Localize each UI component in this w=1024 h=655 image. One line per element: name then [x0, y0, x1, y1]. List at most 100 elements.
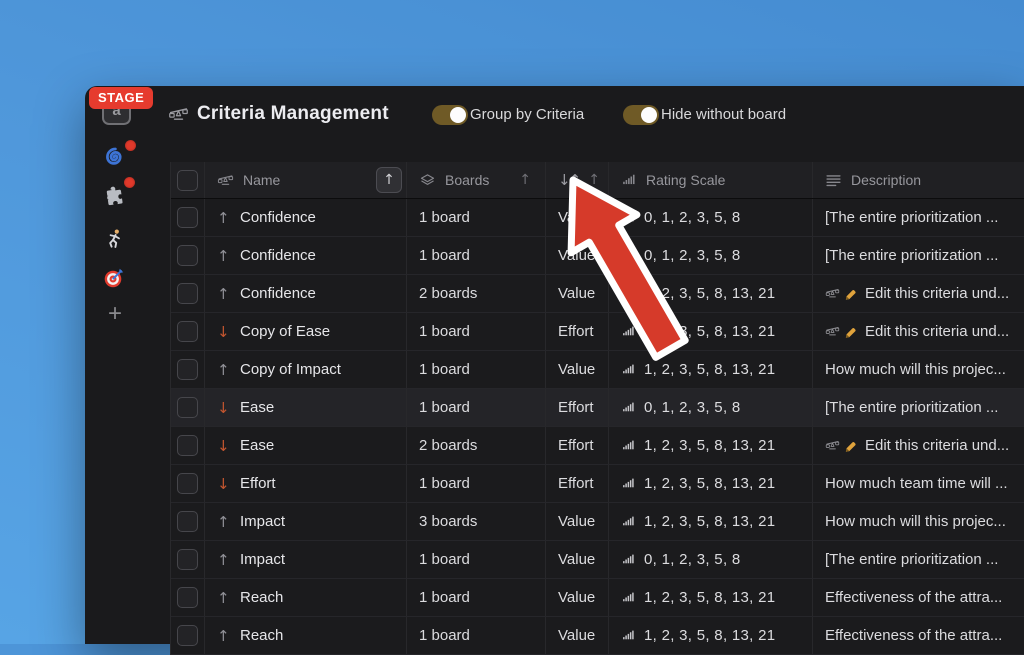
type-cell[interactable]: Value	[546, 541, 609, 578]
name-cell[interactable]: ↓ Effort	[205, 465, 407, 502]
row-checkbox[interactable]	[177, 625, 198, 646]
table-row[interactable]: ↑ Reach 1 board Value 1, 2, 3, 5, 8, 13,…	[171, 579, 1024, 617]
description-cell[interactable]: [The entire prioritization ...	[813, 199, 1024, 236]
description-cell[interactable]: How much will this projec...	[813, 503, 1024, 540]
boards-cell[interactable]: 2 boards	[407, 275, 546, 312]
name-cell[interactable]: ↓ Ease	[205, 389, 407, 426]
rating-scale-cell[interactable]: 0, 1, 2, 3, 5, 8	[609, 541, 813, 578]
type-cell[interactable]: Value	[546, 503, 609, 540]
sort-asc-button[interactable]: ↑	[376, 167, 402, 193]
table-row[interactable]: ↑ Impact 3 boards Value 1, 2, 3, 5, 8, 1…	[171, 503, 1024, 541]
boards-cell[interactable]: 1 board	[407, 237, 546, 274]
table-row[interactable]: ↓ Effort 1 board Effort 1, 2, 3, 5, 8, 1…	[171, 465, 1024, 503]
row-checkbox[interactable]	[177, 283, 198, 304]
type-cell[interactable]: Value	[546, 237, 609, 274]
description-cell[interactable]: Effectiveness of the attra...	[813, 579, 1024, 616]
column-header-name[interactable]: Name ↑	[205, 162, 407, 198]
add-workspace-button[interactable]: +	[103, 302, 127, 326]
rating-scale-cell[interactable]: 1, 2, 3, 5, 8, 13, 21	[609, 275, 813, 312]
description-cell[interactable]: Effectiveness of the attra...	[813, 617, 1024, 654]
rating-scale-cell[interactable]: 1, 2, 3, 5, 8, 13, 21	[609, 313, 813, 350]
table-row[interactable]: ↑ Copy of Impact 1 board Value 1, 2, 3, …	[171, 351, 1024, 389]
row-checkbox[interactable]	[177, 321, 198, 342]
description-cell[interactable]: [The entire prioritization ...	[813, 541, 1024, 578]
row-checkbox[interactable]	[177, 587, 198, 608]
description-cell[interactable]: Edit this criteria und...	[813, 313, 1024, 350]
row-checkbox[interactable]	[177, 473, 198, 494]
boards-cell[interactable]: 1 board	[407, 313, 546, 350]
boards-cell[interactable]: 2 boards	[407, 427, 546, 464]
description-cell[interactable]: How much team time will ...	[813, 465, 1024, 502]
description-cell[interactable]: Edit this criteria und...	[813, 427, 1024, 464]
column-header-rating-scale[interactable]: Rating Scale	[609, 162, 813, 198]
row-checkbox[interactable]	[177, 511, 198, 532]
rating-scale-cell[interactable]: 1, 2, 3, 5, 8, 13, 21	[609, 617, 813, 654]
table-row[interactable]: ↑ Confidence 1 board Value 0, 1, 2, 3, 5…	[171, 237, 1024, 275]
name-cell[interactable]: ↑ Confidence	[205, 237, 407, 274]
type-cell[interactable]: Value	[546, 275, 609, 312]
rating-scale-cell[interactable]: 1, 2, 3, 5, 8, 13, 21	[609, 465, 813, 502]
table-row[interactable]: ↑ Reach 1 board Value 1, 2, 3, 5, 8, 13,…	[171, 617, 1024, 655]
runner-icon[interactable]	[102, 227, 126, 251]
type-cell[interactable]: Effort	[546, 313, 609, 350]
table-row[interactable]: ↑ Impact 1 board Value 0, 1, 2, 3, 5, 8 …	[171, 541, 1024, 579]
column-header-description[interactable]: Description	[813, 162, 1024, 198]
column-header-sort[interactable]: ↓↑ ↑	[546, 162, 609, 198]
description-cell[interactable]: How much will this projec...	[813, 351, 1024, 388]
name-cell[interactable]: ↓ Copy of Ease	[205, 313, 407, 350]
hide-without-board-toggle[interactable]	[623, 105, 659, 125]
type-cell[interactable]: Effort	[546, 427, 609, 464]
target-icon[interactable]	[102, 266, 126, 290]
row-checkbox[interactable]	[177, 245, 198, 266]
rating-scale-cell[interactable]: 0, 1, 2, 3, 5, 8	[609, 237, 813, 274]
type-cell[interactable]: Value	[546, 617, 609, 654]
name-cell[interactable]: ↑ Reach	[205, 579, 407, 616]
puzzle-icon[interactable]	[102, 184, 126, 208]
row-checkbox[interactable]	[177, 207, 198, 228]
cyclone-icon[interactable]	[102, 145, 126, 169]
row-checkbox[interactable]	[177, 435, 198, 456]
boards-cell[interactable]: 1 board	[407, 199, 546, 236]
name-cell[interactable]: ↑ Reach	[205, 617, 407, 654]
group-by-criteria-toggle[interactable]	[432, 105, 468, 125]
description-cell[interactable]: Edit this criteria und...	[813, 275, 1024, 312]
type-cell[interactable]: Effort	[546, 465, 609, 502]
table-row[interactable]: ↑ Confidence 2 boards Value 1, 2, 3, 5, …	[171, 275, 1024, 313]
type-cell[interactable]: Value	[546, 199, 609, 236]
name-cell[interactable]: ↑ Confidence	[205, 275, 407, 312]
name-cell[interactable]: ↑ Impact	[205, 541, 407, 578]
table-row[interactable]: ↑ Confidence 1 board Value 0, 1, 2, 3, 5…	[171, 199, 1024, 237]
name-cell[interactable]: ↑ Confidence	[205, 199, 407, 236]
name-cell[interactable]: ↑ Impact	[205, 503, 407, 540]
name-cell[interactable]: ↑ Copy of Impact	[205, 351, 407, 388]
rating-scale-cell[interactable]: 1, 2, 3, 5, 8, 13, 21	[609, 503, 813, 540]
type-cell[interactable]: Value	[546, 351, 609, 388]
rating-scale-values: 0, 1, 2, 3, 5, 8	[644, 551, 741, 568]
type-cell[interactable]: Effort	[546, 389, 609, 426]
boards-cell[interactable]: 1 board	[407, 579, 546, 616]
table-row[interactable]: ↓ Ease 1 board Effort 0, 1, 2, 3, 5, 8 […	[171, 389, 1024, 427]
row-checkbox[interactable]	[177, 397, 198, 418]
row-checkbox[interactable]	[177, 549, 198, 570]
rating-scale-cell[interactable]: 1, 2, 3, 5, 8, 13, 21	[609, 427, 813, 464]
description-text: How much team time will ...	[825, 475, 1008, 492]
column-header-boards[interactable]: Boards ↑	[407, 162, 546, 198]
boards-cell[interactable]: 1 board	[407, 617, 546, 654]
boards-cell[interactable]: 1 board	[407, 389, 546, 426]
boards-cell[interactable]: 3 boards	[407, 503, 546, 540]
select-all-checkbox[interactable]	[177, 170, 198, 191]
table-row[interactable]: ↓ Ease 2 boards Effort 1, 2, 3, 5, 8, 13…	[171, 427, 1024, 465]
boards-cell[interactable]: 1 board	[407, 465, 546, 502]
rating-scale-cell[interactable]: 0, 1, 2, 3, 5, 8	[609, 199, 813, 236]
description-cell[interactable]: [The entire prioritization ...	[813, 389, 1024, 426]
name-cell[interactable]: ↓ Ease	[205, 427, 407, 464]
boards-cell[interactable]: 1 board	[407, 541, 546, 578]
boards-cell[interactable]: 1 board	[407, 351, 546, 388]
rating-scale-cell[interactable]: 1, 2, 3, 5, 8, 13, 21	[609, 351, 813, 388]
rating-scale-cell[interactable]: 0, 1, 2, 3, 5, 8	[609, 389, 813, 426]
row-checkbox[interactable]	[177, 359, 198, 380]
rating-scale-cell[interactable]: 1, 2, 3, 5, 8, 13, 21	[609, 579, 813, 616]
description-cell[interactable]: [The entire prioritization ...	[813, 237, 1024, 274]
table-row[interactable]: ↓ Copy of Ease 1 board Effort 1, 2, 3, 5…	[171, 313, 1024, 351]
type-cell[interactable]: Value	[546, 579, 609, 616]
